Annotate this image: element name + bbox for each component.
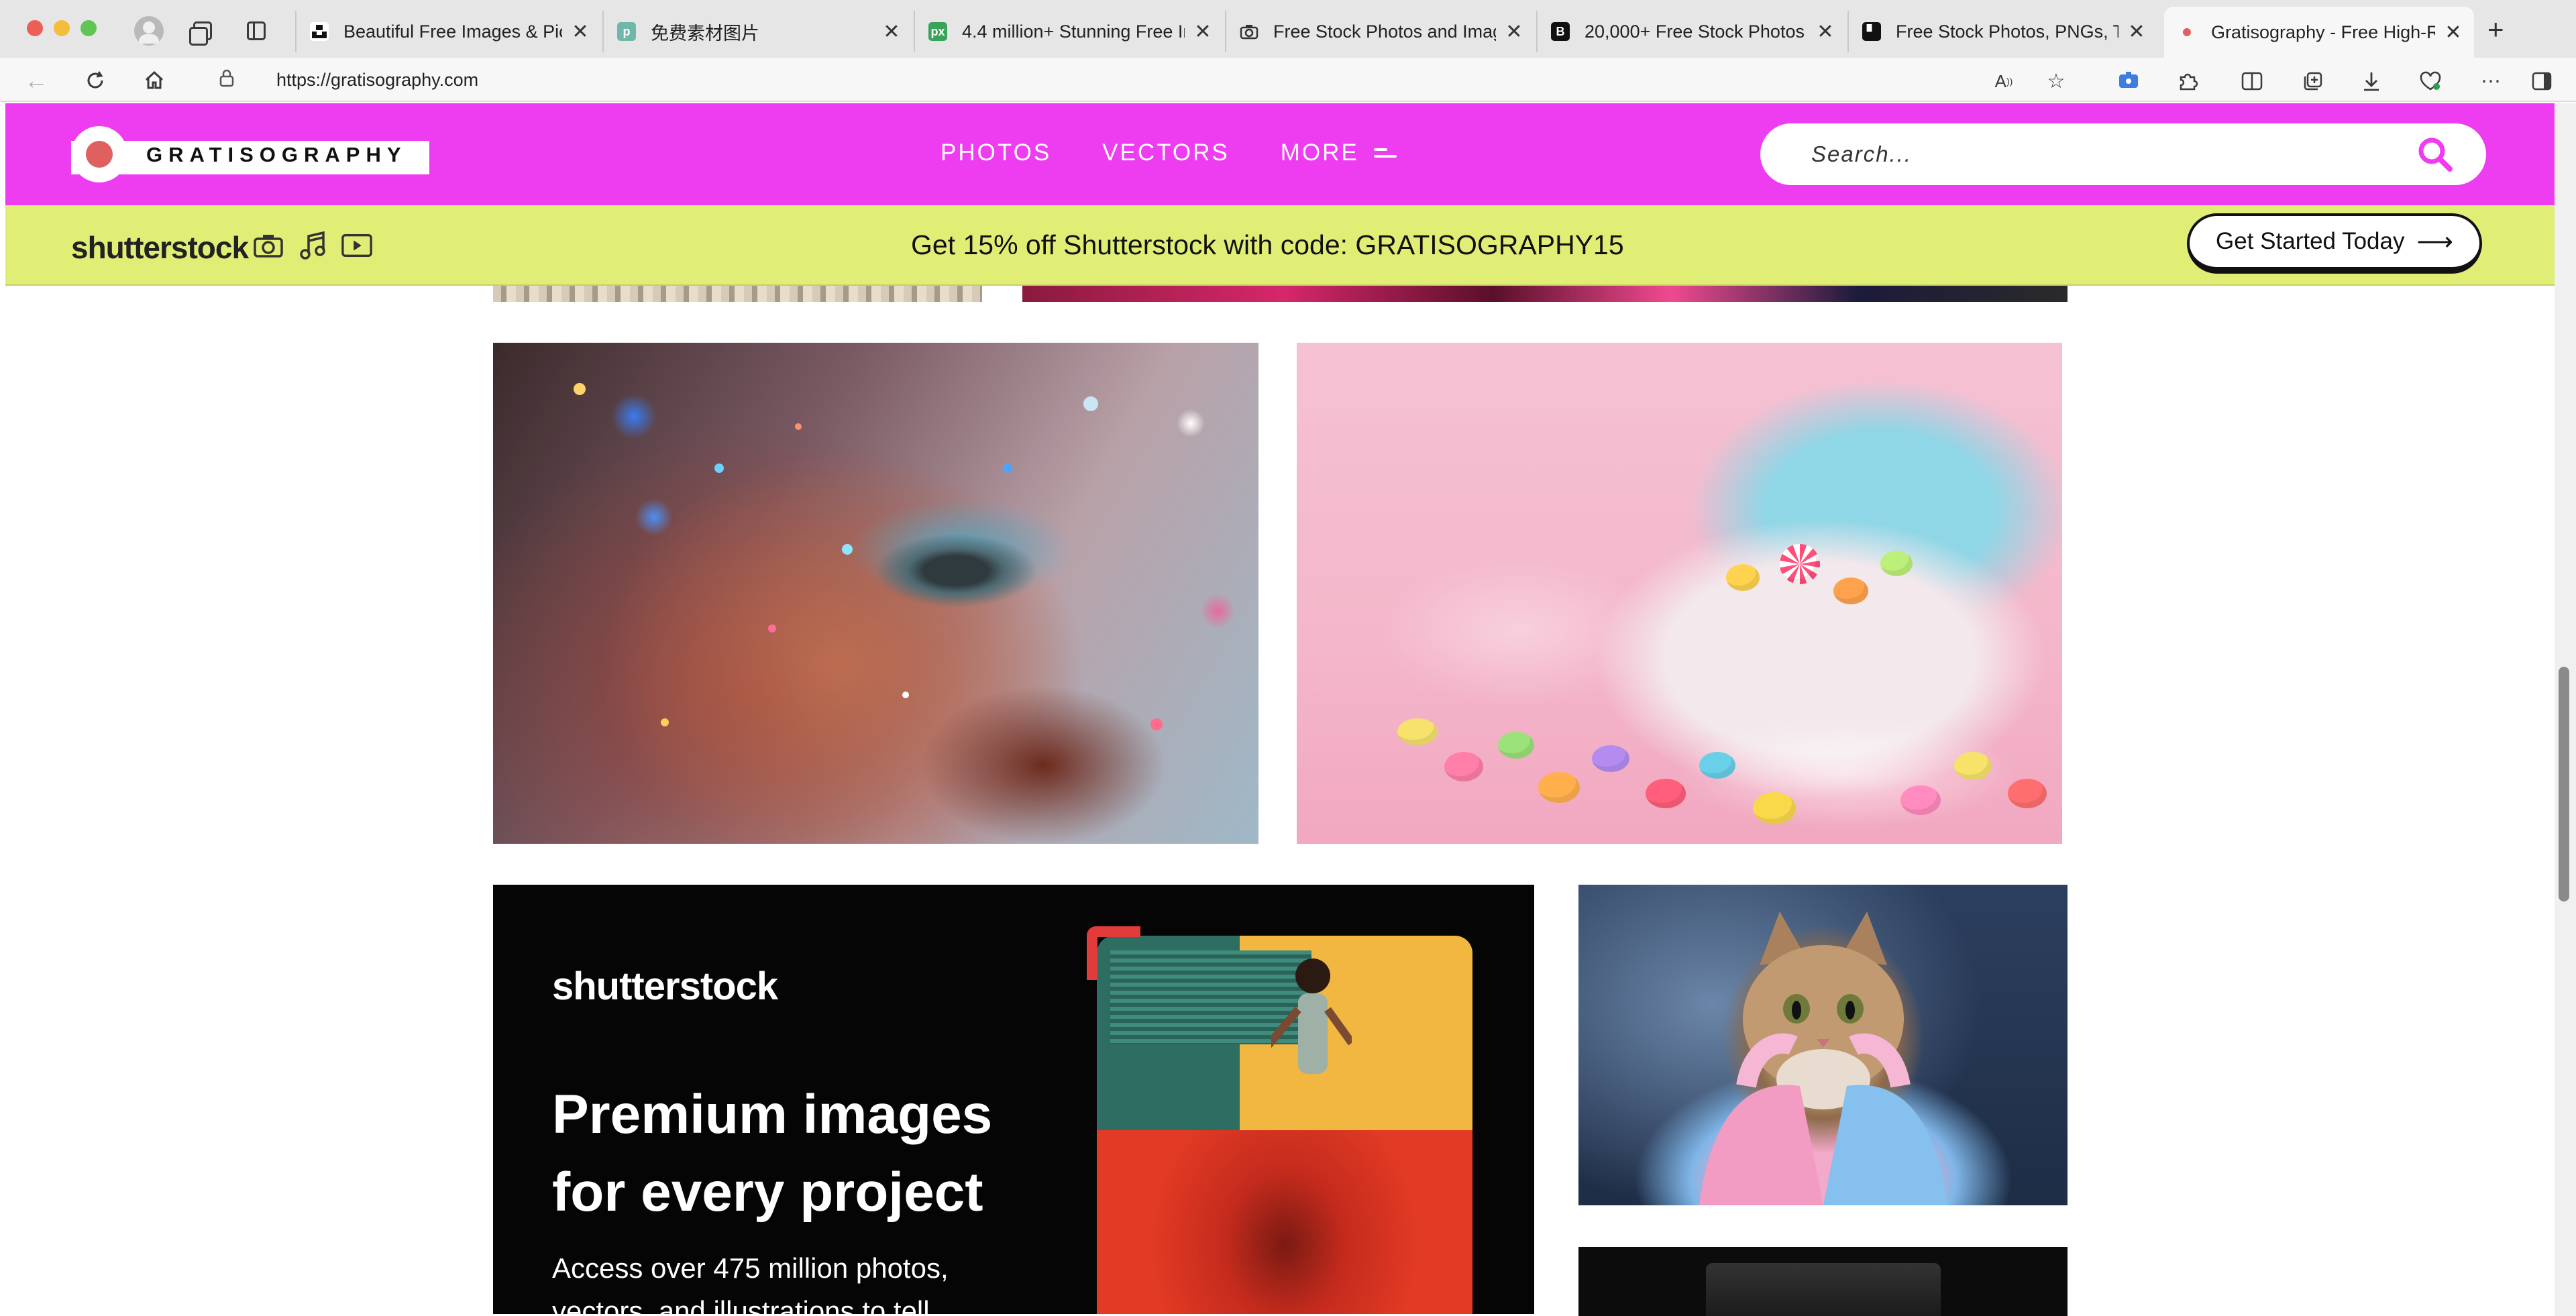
ad-headline: Premium images for every project	[552, 1076, 992, 1231]
pixabay-icon: p	[617, 22, 636, 41]
camera-icon	[1240, 22, 1258, 41]
gallery-image-glitter-face[interactable]	[493, 343, 1258, 844]
gallery-image-dark[interactable]	[1578, 1247, 2068, 1316]
downloads-icon[interactable]	[2357, 67, 2385, 95]
new-tab-icon[interactable]: +	[2487, 13, 2504, 46]
ad-brand-logo: shutterstock	[552, 965, 778, 1008]
tab-title: 20,000+ Free Stock Photos and	[1585, 21, 1807, 42]
music-icon[interactable]	[297, 231, 329, 260]
nav-photos[interactable]: PHOTOS	[941, 140, 1051, 166]
logo-text: GRATISOGRAPHY	[146, 143, 407, 166]
browser-tab[interactable]: Free Stock Photos and Images ✕	[1225, 11, 1535, 52]
favorite-star-icon[interactable]: ☆	[2042, 67, 2070, 95]
browser-tab[interactable]: px 4.4 million+ Stunning Free Images ✕	[914, 11, 1224, 52]
extensions-puzzle-icon[interactable]	[2174, 67, 2202, 95]
browser-tab-bar: Beautiful Free Images & Pictures ✕ p 免费素…	[0, 0, 2576, 58]
reload-icon[interactable]	[80, 66, 110, 95]
tab-title: Free Stock Photos and Images	[1273, 21, 1496, 42]
browser-tab[interactable]: Beautiful Free Images & Pictures ✕	[295, 11, 601, 52]
video-icon[interactable]	[341, 231, 373, 260]
gallery-image-partial-right[interactable]	[1022, 286, 2068, 302]
browser-tab[interactable]: B 20,000+ Free Stock Photos and ✕	[1536, 11, 1846, 52]
ad-subtext-line1: Access over 475 million photos,	[552, 1252, 949, 1284]
lock-icon[interactable]	[219, 68, 243, 92]
site-header: GRATISOGRAPHY PHOTOS VECTORS MORE	[5, 103, 2555, 205]
shutterstock-logo[interactable]: shutterstock	[71, 229, 249, 266]
read-aloud-icon[interactable]: A))	[1990, 67, 2018, 95]
vertical-tabs-icon[interactable]	[243, 17, 270, 44]
gallery-image-cat-jacket[interactable]	[1578, 885, 2068, 1205]
ad-headline-line1: Premium images	[552, 1084, 993, 1145]
tab-close-icon[interactable]: ✕	[2127, 20, 2147, 44]
split-screen-icon[interactable]	[2238, 67, 2266, 95]
profile-avatar-icon[interactable]	[134, 16, 164, 46]
tab-close-icon[interactable]: ✕	[570, 20, 590, 44]
gallery-image-candy-sneaker[interactable]	[1297, 343, 2062, 844]
tab-close-icon[interactable]: ✕	[1193, 20, 1213, 44]
gratisography-icon	[2178, 23, 2196, 42]
get-started-button[interactable]: Get Started Today ⟶	[2187, 213, 2482, 274]
page-viewport: GRATISOGRAPHY PHOTOS VECTORS MORE shutte…	[5, 103, 2555, 1316]
camera-icon[interactable]	[252, 231, 284, 260]
promo-media-icons	[252, 231, 373, 260]
nav-more[interactable]: MORE	[1281, 140, 1397, 166]
url-text[interactable]: https://gratisography.com	[276, 70, 478, 91]
tab-close-icon[interactable]: ✕	[1815, 20, 1835, 44]
logo-dot-icon	[86, 141, 113, 168]
back-icon[interactable]: ←	[21, 66, 51, 95]
shutterstock-ad[interactable]: shutterstock Premium images for every pr…	[493, 885, 1534, 1314]
ad-corner-accent	[1087, 926, 1140, 980]
url-bar[interactable]: https://gratisography.com	[195, 63, 2053, 97]
window-minimize-button[interactable]	[54, 20, 70, 36]
workspaces-icon[interactable]	[189, 17, 216, 46]
ad-subtext: Access over 475 million photos, vectors,…	[552, 1247, 949, 1314]
main-nav: PHOTOS VECTORS MORE	[941, 140, 1448, 166]
tab-close-icon[interactable]: ✕	[1504, 20, 1524, 44]
nav-vectors[interactable]: VECTORS	[1102, 140, 1230, 166]
sidebar-copilot-icon[interactable]	[2528, 67, 2556, 95]
window-maximize-button[interactable]	[80, 20, 97, 36]
tab-title: 4.4 million+ Stunning Free Images	[962, 21, 1185, 42]
tab-close-icon[interactable]: ✕	[2443, 21, 2463, 44]
tab-title: 免费素材图片	[651, 23, 759, 44]
ad-photo-woman-dancing	[1097, 936, 1472, 1130]
more-options-icon[interactable]: ⋯	[2477, 67, 2505, 95]
gallery-image-partial-left[interactable]	[493, 286, 982, 302]
stockio-icon: ▘	[1862, 22, 1881, 41]
gratisography-logo[interactable]: GRATISOGRAPHY	[71, 126, 429, 182]
browser-tab[interactable]: p 免费素材图片 ✕	[602, 11, 912, 52]
ad-subtext-line2: vectors, and illustrations to tell	[552, 1295, 930, 1314]
window-close-button[interactable]	[27, 20, 43, 36]
tab-title: Gratisography - Free High-Res	[2211, 21, 2435, 42]
browser-tab-active[interactable]: Gratisography - Free High-Res ✕	[2164, 7, 2474, 58]
search-input[interactable]	[1811, 142, 2388, 167]
extension-badge-icon[interactable]	[2114, 67, 2143, 95]
collections-icon[interactable]	[2298, 67, 2326, 95]
search-box	[1760, 123, 2486, 185]
ad-photo-woman-red	[1097, 1130, 1472, 1314]
browser-essentials-icon[interactable]	[2416, 67, 2445, 95]
page-scrollbar[interactable]	[2555, 103, 2576, 1316]
burst-icon: B	[1551, 22, 1570, 41]
tab-title: Beautiful Free Images & Pictures	[343, 21, 562, 42]
get-started-label: Get Started Today	[2216, 228, 2405, 254]
ad-headline-line2: for every project	[552, 1162, 983, 1223]
promo-text: Get 15% off Shutterstock with code: GRAT…	[911, 229, 1624, 260]
unsplash-icon	[310, 22, 329, 41]
arrow-right-icon: ⟶	[2416, 227, 2453, 256]
scrollbar-thumb[interactable]	[2559, 667, 2569, 901]
search-icon[interactable]	[2416, 135, 2454, 173]
nav-more-label: MORE	[1280, 140, 1359, 166]
menu-lines-icon	[1373, 144, 1397, 162]
pexels-icon: px	[928, 22, 947, 41]
address-toolbar: ← https://gratisography.com A)) ☆ ⋯	[0, 58, 2576, 102]
home-icon[interactable]	[140, 66, 169, 95]
browser-tab[interactable]: ▘ Free Stock Photos, PNGs, Templates ✕	[1847, 11, 2157, 52]
tab-title: Free Stock Photos, PNGs, Templates	[1896, 21, 2118, 42]
promo-banner: shutterstock Get 15% off Shutterstock wi…	[5, 205, 2555, 286]
tab-close-icon[interactable]: ✕	[881, 20, 902, 44]
